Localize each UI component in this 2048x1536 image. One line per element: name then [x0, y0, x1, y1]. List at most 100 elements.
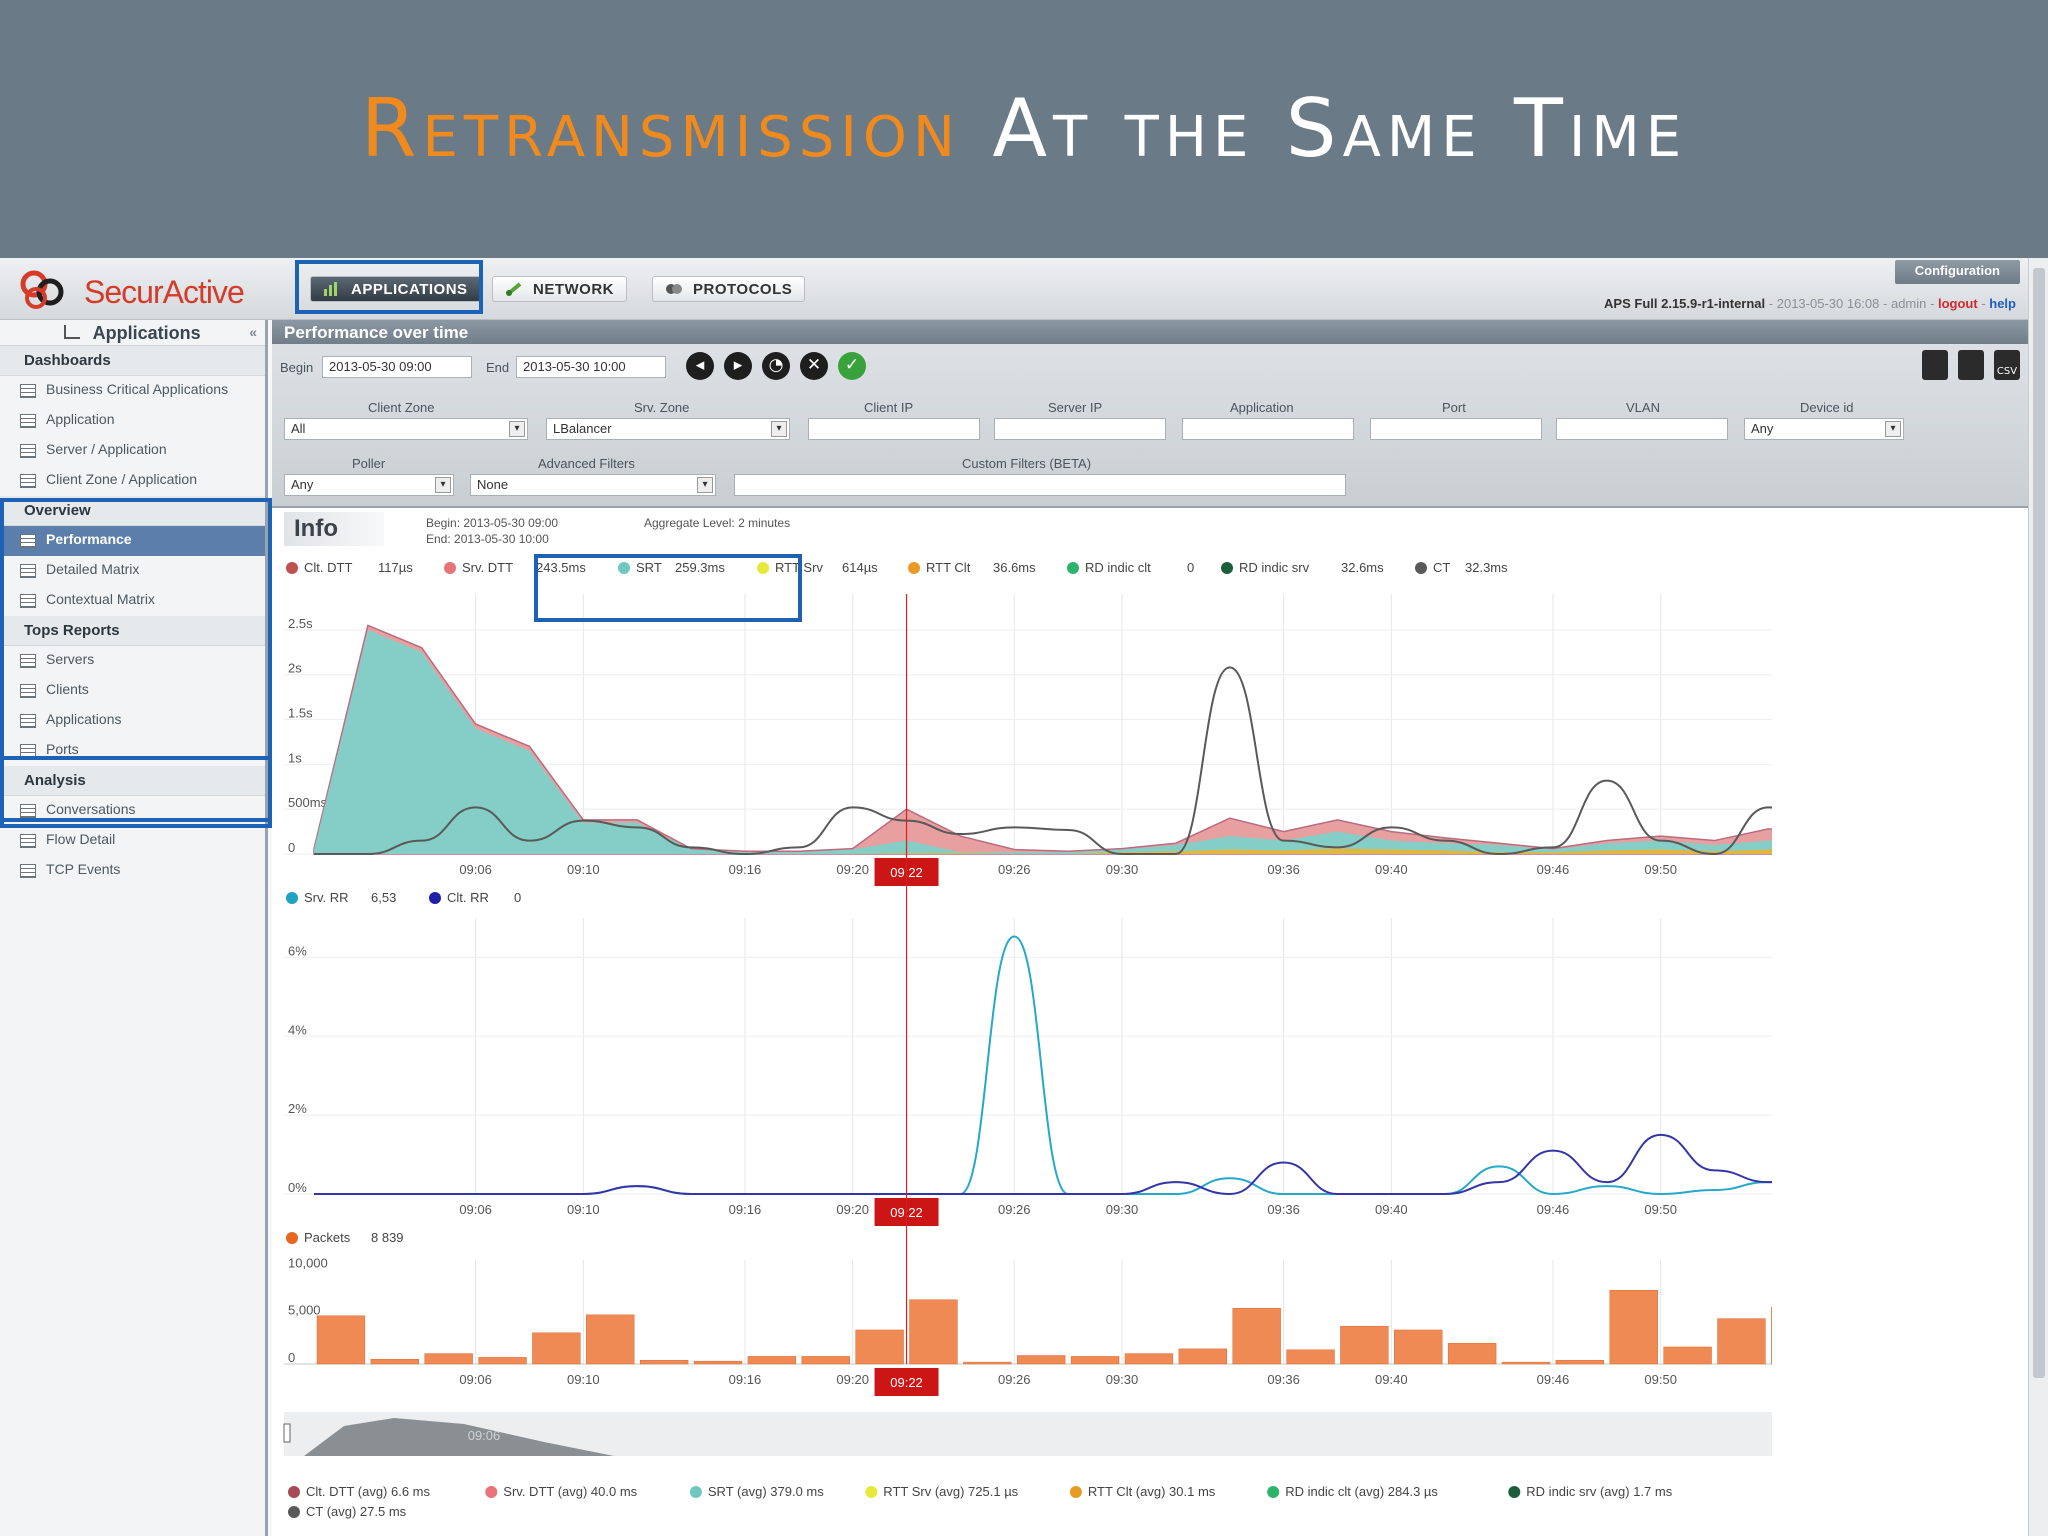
tab-protocols-label: PROTOCOLS: [693, 281, 793, 298]
custom-filters-label: Custom Filters (BETA): [962, 456, 1092, 471]
x-tick-label: 09:40: [1375, 1372, 1408, 1387]
apply-button[interactable]: ✓: [838, 352, 866, 380]
securactive-logo[interactable]: SecurActive: [14, 266, 245, 312]
slide-title-part2: At the Same Time: [992, 82, 1688, 175]
scrollbar[interactable]: [2028, 258, 2048, 1536]
chevron-down-icon: ▾: [1885, 421, 1901, 437]
x-tick-label: 09:50: [1644, 1372, 1677, 1387]
port-input[interactable]: [1370, 418, 1542, 440]
slide-title-part1: Retransmission: [360, 82, 961, 175]
begin-input[interactable]: 2013-05-30 09:00: [322, 356, 472, 378]
chart2-grid: [284, 918, 1772, 1195]
x-tick-label: 09:40: [1375, 1202, 1408, 1217]
chart-icon: [20, 474, 36, 488]
main-header: Performance over time: [272, 320, 2028, 344]
legend-value: 117µs: [378, 560, 413, 575]
legend-dot: [286, 1232, 298, 1244]
legend-dot: [1221, 562, 1233, 574]
x-tick-label: 09:46: [1537, 862, 1570, 877]
rr-legend: Srv. RR 6,53 Clt. RR 0: [286, 890, 521, 905]
y-tick-label: 500ms: [288, 795, 328, 810]
x-tick-label: 09:46: [1537, 1372, 1570, 1387]
packets-bar: [1717, 1318, 1766, 1365]
application-input[interactable]: [1182, 418, 1354, 440]
clock-button[interactable]: ◔: [762, 352, 790, 380]
legend-value: 32.6ms: [1341, 560, 1384, 575]
network-icon: [506, 282, 522, 296]
server-ip-input[interactable]: [994, 418, 1166, 440]
sidebar-item-label: Flow Detail: [46, 831, 116, 847]
avg-legend-label: Clt. DTT (avg) 6.6 ms: [306, 1484, 431, 1499]
sidebar-item-application[interactable]: Application: [0, 406, 265, 436]
avg-legend-dot: [1267, 1486, 1280, 1498]
back-button[interactable]: ◂: [686, 352, 714, 380]
server-ip-label: Server IP: [1048, 400, 1103, 415]
configuration-button[interactable]: Configuration: [1894, 260, 2020, 284]
x-tick-label: 09:30: [1106, 1372, 1139, 1387]
x-tick-label: 09:10: [567, 1202, 600, 1217]
y-tick-label: 0%: [288, 1180, 307, 1195]
legend-value: 36.6ms: [993, 560, 1036, 575]
sidebar-item-label: Business Critical Applications: [46, 381, 229, 397]
legend-value: 6,53: [371, 890, 396, 905]
app-window: SecurActive APPLICATIONS NETWORK PROTOCO…: [0, 258, 2048, 1536]
srv-zone-select[interactable]: LBalancer ▾: [546, 418, 790, 440]
main-panel: Performance over time Begin 2013-05-30 0…: [272, 320, 2028, 1536]
packets-bar: [1447, 1342, 1497, 1365]
forward-button[interactable]: ▸: [724, 352, 752, 380]
csv-export-icon[interactable]: CSV: [1994, 350, 2020, 380]
sidebar-item-label: Client Zone / Application: [46, 471, 197, 487]
avg-legend-label: SRT (avg) 379.0 ms: [708, 1484, 824, 1499]
client-ip-input[interactable]: [808, 418, 980, 440]
srv-zone-label: Srv. Zone: [634, 400, 690, 415]
sidebar-item-tcp-events[interactable]: TCP Events: [0, 856, 265, 886]
chevron-down-icon: ▾: [697, 477, 713, 493]
tab-network[interactable]: NETWORK: [492, 276, 627, 302]
legend-label: RD indic clt: [1085, 560, 1151, 575]
packets-bar: [370, 1359, 419, 1365]
avg-legend-label: RD indic srv (avg) 1.7 ms: [1526, 1484, 1672, 1499]
legend-label: Clt. DTT: [304, 560, 352, 575]
vlan-input[interactable]: [1556, 418, 1728, 440]
chart-icon: [20, 414, 36, 428]
x-tick-label: 09:26: [998, 862, 1031, 877]
scroll-thumb[interactable]: [2033, 268, 2045, 1378]
client-zone-select[interactable]: All ▾: [284, 418, 528, 440]
clear-button[interactable]: ✕: [800, 352, 828, 380]
packets-bar: [1124, 1353, 1174, 1365]
legend-label: Packets: [304, 1230, 351, 1245]
chevron-down-icon: ▾: [435, 477, 451, 493]
logout-link[interactable]: logout: [1938, 296, 1978, 311]
version-user: admin: [1890, 296, 1927, 311]
advanced-filters-value: None: [477, 477, 509, 492]
tab-protocols[interactable]: PROTOCOLS: [652, 276, 806, 302]
advanced-filters-select[interactable]: None ▾: [470, 474, 716, 496]
y-tick-label: 6%: [288, 943, 307, 958]
filter-panel: Begin 2013-05-30 09:00 End 2013-05-30 10…: [272, 344, 2028, 508]
end-input[interactable]: 2013-05-30 10:00: [516, 356, 666, 378]
collapse-icon[interactable]: «: [249, 324, 257, 340]
sidebar-item-business-critical[interactable]: Business Critical Applications: [0, 376, 265, 406]
device-id-select[interactable]: Any ▾: [1744, 418, 1904, 440]
begin-label: Begin: [280, 360, 314, 375]
sidebar-item-client-zone-application[interactable]: Client Zone / Application: [0, 466, 265, 496]
y-tick-label: 2s: [288, 661, 302, 676]
list-icon: [20, 834, 36, 848]
highlight-srv-zone: [534, 554, 802, 622]
legend-label: Srv. DTT: [462, 560, 513, 575]
slide-banner: Retransmission At the Same Time: [0, 0, 2048, 258]
packets-bar: [1178, 1348, 1227, 1365]
chart3-grid: [284, 1260, 1772, 1365]
sidebar-item-server-application[interactable]: Server / Application: [0, 436, 265, 466]
y-tick-label: 0: [288, 1350, 295, 1365]
help-link[interactable]: help: [1989, 296, 2016, 311]
packets-bar: [1017, 1355, 1066, 1365]
poller-select[interactable]: Any ▾: [284, 474, 454, 496]
legend-label: CT: [1433, 560, 1450, 575]
report-icon: [20, 384, 36, 398]
sidebar-item-flow-detail[interactable]: Flow Detail: [0, 826, 265, 856]
custom-filters-input[interactable]: [734, 474, 1346, 496]
sidebar-title: Applications «: [0, 320, 265, 346]
export-icon[interactable]: [1922, 350, 1948, 380]
print-icon[interactable]: [1958, 350, 1984, 380]
